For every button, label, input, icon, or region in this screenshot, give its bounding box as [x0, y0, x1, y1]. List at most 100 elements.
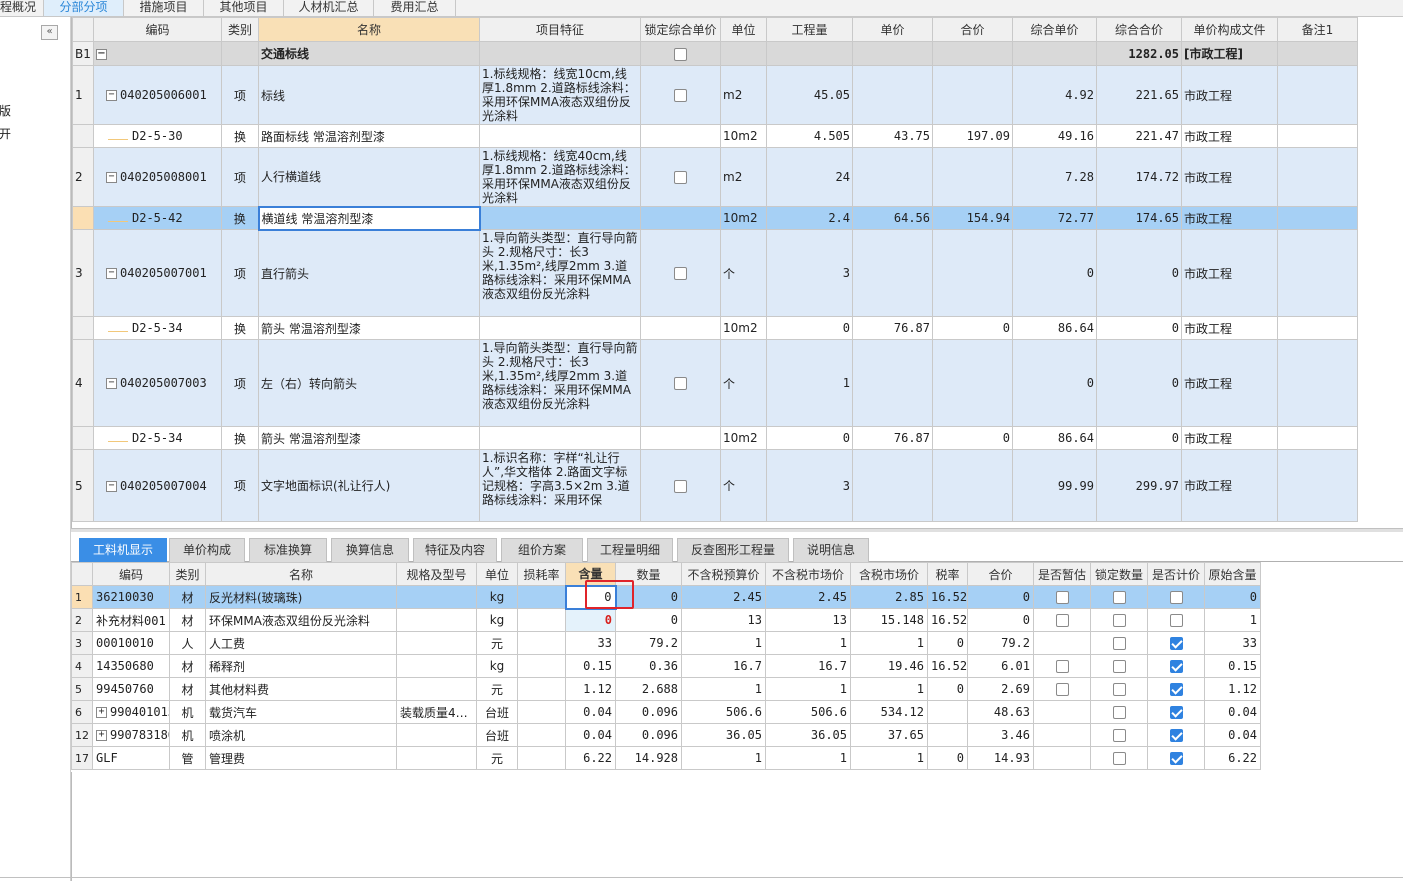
budget-cell[interactable]: 2.45 [681, 585, 766, 609]
lock-qty-cell[interactable] [1090, 723, 1148, 747]
tax-market-cell[interactable]: 15.148 [850, 608, 928, 632]
collapse-toggle-icon[interactable]: − [106, 480, 117, 492]
column-header[interactable]: 单位 [476, 562, 518, 586]
detail-tab[interactable]: 换算信息 [331, 538, 409, 562]
section-toggle-cell[interactable]: − [93, 41, 222, 66]
tax-rate-cell[interactable]: 16.52 [927, 585, 968, 609]
spec-cell[interactable] [396, 654, 477, 678]
tax-market-cell[interactable]: 2.85 [850, 585, 928, 609]
column-header[interactable]: 损耗率 [517, 562, 566, 586]
estimate-checkbox[interactable] [1055, 683, 1069, 696]
price-cell[interactable]: 43.75 [852, 124, 933, 148]
priced-checkbox[interactable] [1169, 591, 1183, 604]
column-header[interactable] [71, 562, 93, 586]
feature-cell[interactable] [479, 206, 641, 230]
detail-tab[interactable]: 说明信息 [793, 538, 869, 562]
budget-cell[interactable]: 1 [681, 631, 766, 655]
unit-cell[interactable]: 元 [476, 631, 518, 655]
total-cell[interactable]: 0 [1096, 229, 1182, 317]
qty-cell[interactable]: 2.688 [615, 677, 682, 701]
category-cell[interactable]: 项 [221, 449, 259, 522]
lock-price-cell[interactable] [640, 316, 721, 340]
name-cell[interactable]: 喷涂机 [205, 723, 397, 747]
budget-cell[interactable]: 13 [681, 608, 766, 632]
amount-cell[interactable]: 14.93 [967, 746, 1034, 770]
qty-cell[interactable]: 0 [615, 608, 682, 632]
lock-qty-checkbox[interactable] [1112, 591, 1126, 604]
column-header[interactable]: 备注1 [1277, 17, 1358, 42]
code-cell[interactable]: −040205008001 [93, 147, 222, 207]
name-cell[interactable]: 环保MMA液态双组份反光涂料 [205, 608, 397, 632]
total-cell[interactable]: 299.97 [1096, 449, 1182, 522]
priced-cell[interactable] [1147, 654, 1205, 678]
column-header[interactable]: 类别 [169, 562, 206, 586]
lock-price-checkbox[interactable] [674, 89, 687, 102]
original-content-cell[interactable]: 0.15 [1204, 654, 1261, 678]
unit-cell[interactable]: m2 [720, 65, 767, 125]
collapse-toggle-icon[interactable]: − [106, 90, 117, 101]
column-header[interactable]: 税率 [927, 562, 968, 586]
amount-cell[interactable]: 2.69 [967, 677, 1034, 701]
top-tab[interactable]: 分部分项 [44, 0, 124, 16]
collapse-toggle-icon[interactable]: − [106, 172, 117, 183]
bill-item-row[interactable]: 2−040205008001 项人行横道线 1.标线规格：线宽40cm,线厚1.8m… [72, 147, 1358, 207]
column-header[interactable]: 锁定数量 [1090, 562, 1148, 586]
category-cell[interactable]: 换 [221, 124, 259, 148]
category-cell[interactable]: 机 [169, 700, 206, 724]
estimate-cell[interactable] [1033, 746, 1091, 770]
name-cell[interactable]: 直行箭头 [258, 229, 480, 317]
market-cell[interactable]: 1 [765, 677, 851, 701]
spec-cell[interactable] [396, 677, 477, 701]
lock-price-checkbox[interactable] [674, 171, 687, 184]
qty-cell[interactable]: 1 [766, 339, 853, 427]
resource-row[interactable]: 6 +990401015 机载货汽车 装载质量4… 台班 0.04 0.096 506.6 50… [71, 700, 1261, 724]
column-header[interactable]: 综合单价 [1012, 17, 1097, 42]
price-file-cell[interactable]: 市政工程 [1181, 339, 1278, 427]
original-content-cell[interactable]: 1.12 [1204, 677, 1261, 701]
category-cell[interactable]: 项 [221, 147, 259, 207]
column-header[interactable]: 项目特征 [479, 17, 641, 42]
feature-cell[interactable]: 1.标识名称：字样“礼让行人”,华文楷体 2.路面文字标记规格：字高3.5×2m… [479, 449, 641, 522]
detail-tab[interactable]: 组价方案 [501, 538, 583, 562]
name-cell[interactable]: 横道线 常温溶剂型漆 [257, 205, 481, 231]
left-panel-item[interactable]: 版 [0, 102, 11, 119]
expand-toggle-icon[interactable]: + [96, 707, 107, 718]
qty-cell[interactable]: 2.4 [766, 206, 853, 230]
unit-total-cell[interactable]: 86.64 [1012, 316, 1097, 340]
spec-cell[interactable] [396, 746, 477, 770]
unit-cell[interactable]: 元 [476, 677, 518, 701]
total-cell[interactable]: 174.65 [1096, 206, 1182, 230]
column-header[interactable]: 含税市场价 [850, 562, 928, 586]
lock-price-cell[interactable] [640, 206, 721, 230]
amount-cell[interactable]: 0 [967, 585, 1034, 609]
top-tab[interactable]: 其他项目 [204, 0, 284, 16]
lock-price-checkbox[interactable] [674, 479, 687, 493]
price-cell[interactable] [852, 147, 933, 207]
qty-cell[interactable]: 79.2 [615, 631, 682, 655]
column-header[interactable]: 是否暂估 [1033, 562, 1091, 586]
unit-cell[interactable]: kg [476, 608, 518, 632]
quota-row[interactable]: D2-5-30 换路面标线 常温溶剂型漆 10m2 4.505 43.75 197.09 4… [72, 124, 1358, 148]
qty-cell[interactable]: 0 [766, 426, 853, 450]
quota-row[interactable]: D2-5-42 换横道线 常温溶剂型漆 10m2 2.4 64.56 154.94 72.7… [72, 205, 1358, 231]
lock-price-checkbox[interactable] [674, 267, 687, 280]
tax-rate-cell[interactable] [927, 723, 968, 747]
loss-rate-cell[interactable] [517, 677, 566, 701]
code-cell[interactable]: D2-5-42 [93, 206, 222, 230]
market-cell[interactable]: 1 [765, 631, 851, 655]
code-cell[interactable]: 00010010 [92, 631, 170, 655]
lock-price-cell[interactable] [640, 124, 721, 148]
lock-price-cell[interactable] [640, 147, 721, 207]
tax-rate-cell[interactable] [927, 700, 968, 724]
price-file-cell[interactable]: 市政工程 [1181, 426, 1278, 450]
unit-cell[interactable]: 个 [720, 229, 767, 317]
price-cell[interactable]: 76.87 [852, 426, 933, 450]
note-cell[interactable] [1277, 229, 1358, 317]
resource-row[interactable]: 5 99450760 材其他材料费元 1.12 2.688 1 1 1 0 2.69 1.12 [71, 677, 1261, 701]
column-header[interactable]: 类别 [221, 17, 259, 42]
estimate-cell[interactable] [1033, 608, 1091, 632]
lock-qty-cell[interactable] [1090, 654, 1148, 678]
lock-qty-cell[interactable] [1090, 677, 1148, 701]
feature-cell[interactable] [479, 124, 641, 148]
lock-qty-checkbox[interactable] [1112, 752, 1126, 765]
